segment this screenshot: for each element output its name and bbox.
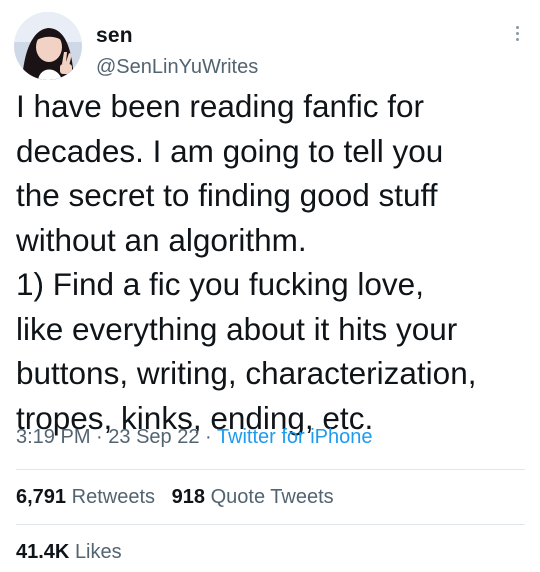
retweets-label: Retweets: [71, 486, 155, 508]
quotes-label: Quote Tweets: [210, 486, 334, 508]
quotes-count: 918: [171, 486, 206, 508]
avatar[interactable]: [14, 12, 82, 80]
divider: [16, 524, 525, 525]
more-options-icon[interactable]: [510, 24, 524, 46]
tweet-source-link[interactable]: Twitter for iPhone: [217, 426, 373, 448]
likes-stat[interactable]: 41.4K Likes: [16, 541, 122, 563]
retweets-count: 6,791: [16, 486, 67, 508]
meta-separator: ·: [90, 426, 109, 448]
tweet-date[interactable]: 23 Sep 22: [108, 426, 199, 448]
tweet-header: sen @SenLinYuWrites: [14, 12, 526, 82]
tweet-time[interactable]: 3:19 PM: [16, 426, 90, 448]
quote-tweets-stat[interactable]: 918 Quote Tweets: [172, 486, 334, 508]
divider: [16, 469, 525, 470]
author-handle[interactable]: @SenLinYuWrites: [96, 56, 258, 79]
meta-separator: ·: [199, 426, 217, 448]
tweet-meta: 3:19 PM · 23 Sep 22 · Twitter for iPhone: [16, 426, 373, 449]
tweet-text: I have been reading fanfic for decades. …: [16, 88, 477, 436]
likes-label: Likes: [74, 541, 122, 563]
retweets-stat[interactable]: 6,791 Retweets: [16, 486, 155, 508]
retweet-quote-stats: 6,791 Retweets 918 Quote Tweets: [16, 486, 334, 509]
profile-photo-icon: [14, 12, 82, 80]
likes-count: 41.4K: [16, 541, 70, 563]
likes-stats: 41.4K Likes: [16, 541, 122, 564]
author-name[interactable]: sen: [96, 24, 133, 48]
